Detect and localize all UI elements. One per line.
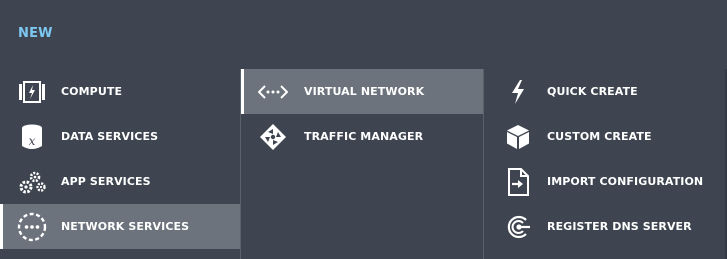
app-services-icon [17, 167, 47, 197]
compute-icon [17, 77, 47, 107]
dns-icon [503, 212, 533, 242]
cube-icon [503, 122, 533, 152]
category-compute[interactable]: COMPUTE [0, 69, 240, 114]
service-label: VIRTUAL NETWORK [304, 85, 425, 98]
action-label: REGISTER DNS SERVER [547, 220, 692, 233]
actions-column: QUICK CREATE CUSTOM CREATE IMPORT CONFIG… [483, 69, 727, 259]
lightning-icon [503, 77, 533, 107]
service-traffic-manager[interactable]: TRAFFIC MANAGER [241, 114, 484, 159]
category-app-services[interactable]: APP SERVICES [0, 159, 240, 204]
action-label: QUICK CREATE [547, 85, 638, 98]
page-title: NEW [18, 26, 53, 41]
action-custom-create[interactable]: CUSTOM CREATE [484, 114, 727, 159]
data-services-icon: x [17, 122, 47, 152]
action-register-dns-server[interactable]: REGISTER DNS SERVER [484, 204, 727, 249]
category-column: COMPUTE x DATA SERVICES APP SERVICES NET… [0, 69, 240, 259]
svg-text:x: x [29, 134, 36, 148]
category-label: DATA SERVICES [61, 130, 159, 143]
service-virtual-network[interactable]: VIRTUAL NETWORK [241, 69, 484, 114]
category-network-services[interactable]: NETWORK SERVICES [0, 204, 240, 249]
network-services-column: VIRTUAL NETWORK TRAFFIC MANAGER [240, 69, 484, 259]
action-label: IMPORT CONFIGURATION [547, 175, 704, 188]
action-label: CUSTOM CREATE [547, 130, 652, 143]
network-services-icon [17, 212, 47, 242]
category-label: COMPUTE [61, 85, 123, 98]
category-data-services[interactable]: x DATA SERVICES [0, 114, 240, 159]
action-quick-create[interactable]: QUICK CREATE [484, 69, 727, 114]
traffic-manager-icon [258, 122, 288, 152]
action-import-configuration[interactable]: IMPORT CONFIGURATION [484, 159, 727, 204]
service-label: TRAFFIC MANAGER [304, 130, 424, 143]
category-label: NETWORK SERVICES [61, 220, 190, 233]
virtual-network-icon [258, 77, 288, 107]
import-file-icon [503, 167, 533, 197]
category-label: APP SERVICES [61, 175, 151, 188]
